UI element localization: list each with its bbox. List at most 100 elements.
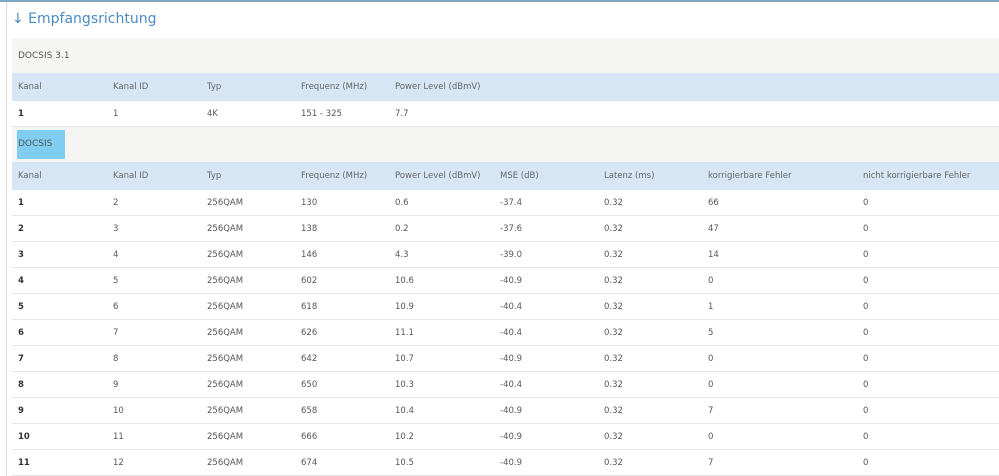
table-cell: 8 xyxy=(18,379,24,390)
table-row: 4 5 256QAM 602 10.6 -40.9 0.32 0 0 xyxy=(12,268,999,294)
table-cell: 4 xyxy=(113,249,119,260)
column-header: Power Level (dBmV) xyxy=(395,82,481,92)
table-header: Kanal Kanal ID Typ Frequenz (MHz) Power Leve… xyxy=(12,73,999,101)
table-cell: 10.4 xyxy=(395,405,414,416)
table-cell: 6 xyxy=(18,327,24,338)
table-cell: 4 xyxy=(18,275,24,286)
table-cell: 256QAM xyxy=(207,275,244,286)
section-label-selected[interactable]: DOCSIS 3.0 xyxy=(17,130,65,178)
table-cell: 151 - 325 xyxy=(301,108,342,119)
table-cell: 256QAM xyxy=(207,405,244,416)
table-docsis31: Kanal Kanal ID Typ Frequenz (MHz) Power Leve… xyxy=(12,73,999,127)
table-cell: 138 xyxy=(301,223,318,234)
table-cell: 6 xyxy=(113,301,119,312)
column-header: nicht korrigierbare Fehler xyxy=(863,171,971,181)
table-cell: 1 xyxy=(708,301,714,312)
table-cell: 8 xyxy=(113,353,119,364)
table-cell: 0.2 xyxy=(395,223,409,234)
channel-tables: DOCSIS 3.1 Kanal Kanal ID Typ Frequenz (MHz… xyxy=(12,38,999,476)
table-cell: 0.32 xyxy=(604,457,623,468)
table-cell: -40.4 xyxy=(500,327,522,338)
table-cell: 0.32 xyxy=(604,431,623,442)
table-cell: 1 xyxy=(18,197,24,208)
table-cell: 0 xyxy=(708,379,714,390)
table-cell: 0 xyxy=(863,405,869,416)
table-cell: 0.32 xyxy=(604,353,623,364)
table-cell: 7.7 xyxy=(395,108,409,119)
table-cell: 10.5 xyxy=(395,457,414,468)
table-cell: 0.6 xyxy=(395,197,409,208)
table-cell: 2 xyxy=(18,223,24,234)
table-cell: 130 xyxy=(301,197,318,208)
table-row: 1 1 4K 151 - 325 7.7 xyxy=(12,101,999,127)
column-header: Kanal xyxy=(18,171,42,181)
table-cell: 256QAM xyxy=(207,327,244,338)
table-row: 10 11 256QAM 666 10.2 -40.9 0.32 0 0 xyxy=(12,424,999,450)
table-cell: 650 xyxy=(301,379,318,390)
table-row: 6 7 256QAM 626 11.1 -40.4 0.32 5 0 xyxy=(12,320,999,346)
table-cell: 146 xyxy=(301,249,318,260)
column-header: Kanal ID xyxy=(113,171,149,181)
table-cell: -37.6 xyxy=(500,223,522,234)
table-cell: 626 xyxy=(301,327,318,338)
table-cell: 256QAM xyxy=(207,249,244,260)
column-header: Kanal xyxy=(18,82,42,92)
table-cell: 5 xyxy=(708,327,714,338)
table-cell: 7 xyxy=(113,327,119,338)
table-cell: 0 xyxy=(863,431,869,442)
table-cell: 674 xyxy=(301,457,318,468)
table-cell: 7 xyxy=(708,405,714,416)
table-cell: 10 xyxy=(18,431,30,442)
table-cell: 5 xyxy=(18,301,24,312)
table-cell: 4K xyxy=(207,108,218,119)
table-cell: 658 xyxy=(301,405,318,416)
column-header: MSE (dB) xyxy=(500,171,539,181)
table-cell: 2 xyxy=(113,197,119,208)
table-cell: 256QAM xyxy=(207,379,244,390)
table-cell: -40.9 xyxy=(500,353,522,364)
table-cell: 66 xyxy=(708,197,719,208)
column-header: Power Level (dBmV) xyxy=(395,171,481,181)
table-cell: 0.32 xyxy=(604,405,623,416)
table-cell: 12 xyxy=(113,457,124,468)
table-cell: 10 xyxy=(113,405,124,416)
table-cell: 256QAM xyxy=(207,197,244,208)
table-row: 9 10 256QAM 658 10.4 -40.9 0.32 7 0 xyxy=(12,398,999,424)
table-cell: -39.0 xyxy=(500,249,522,260)
table-row: 1 2 256QAM 130 0.6 -37.4 0.32 66 0 xyxy=(12,190,999,216)
table-cell: 0 xyxy=(863,223,869,234)
column-header: korrigierbare Fehler xyxy=(708,171,792,181)
table-cell: 10.2 xyxy=(395,431,414,442)
table-cell: 10.3 xyxy=(395,379,414,390)
column-header: Typ xyxy=(207,82,222,92)
table-cell: -40.9 xyxy=(500,431,522,442)
table-cell: 602 xyxy=(301,275,318,286)
table-row: 3 4 256QAM 146 4.3 -39.0 0.32 14 0 xyxy=(12,242,999,268)
top-border xyxy=(0,0,999,2)
table-cell: 3 xyxy=(113,223,119,234)
column-header: Typ xyxy=(207,171,222,181)
table-cell: -40.4 xyxy=(500,379,522,390)
table-cell: 0 xyxy=(708,431,714,442)
table-cell: 4.3 xyxy=(395,249,409,260)
table-row: 11 12 256QAM 674 10.5 -40.9 0.32 7 0 xyxy=(12,450,999,476)
table-cell: 3 xyxy=(18,249,24,260)
table-cell: 14 xyxy=(708,249,719,260)
table-cell: 256QAM xyxy=(207,431,244,442)
table-cell: 0.32 xyxy=(604,275,623,286)
table-cell: 0 xyxy=(863,457,869,468)
section-docsis31: DOCSIS 3.1 xyxy=(12,38,999,73)
table-cell: 10.6 xyxy=(395,275,414,286)
table-row: 7 8 256QAM 642 10.7 -40.9 0.32 0 0 xyxy=(12,346,999,372)
table-cell: 0 xyxy=(863,301,869,312)
table-cell: -40.9 xyxy=(500,405,522,416)
table-cell: 7 xyxy=(708,457,714,468)
table-cell: 0 xyxy=(863,197,869,208)
section-label: DOCSIS 3.1 xyxy=(18,50,70,61)
column-header: Frequenz (MHz) xyxy=(301,82,368,92)
table-cell: 11 xyxy=(113,431,124,442)
table-cell: 11.1 xyxy=(395,327,414,338)
table-cell: 10.9 xyxy=(395,301,414,312)
table-header: Kanal Kanal ID Typ Frequenz (MHz) Power Leve… xyxy=(12,162,999,190)
column-header: Kanal ID xyxy=(113,82,149,92)
